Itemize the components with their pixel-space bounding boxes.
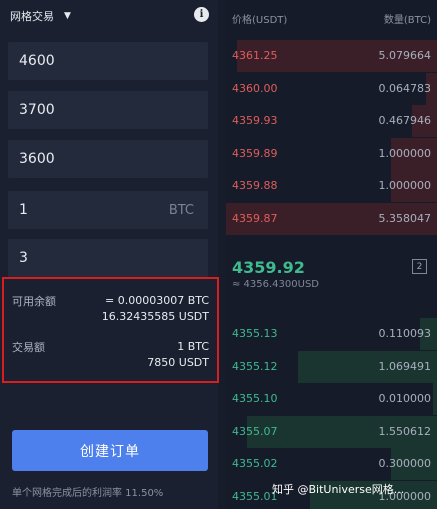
grid-count-value: 3 bbox=[19, 250, 28, 266]
ask-amount: 1.000000 bbox=[378, 146, 432, 160]
bid-amount: 0.110093 bbox=[378, 327, 432, 340]
bid-depth-bar bbox=[433, 383, 437, 416]
ask-price: 4359.87 bbox=[232, 212, 278, 225]
quantity-input[interactable]: 1 BTC bbox=[8, 191, 208, 229]
bid-order-row[interactable]: 4355.02 0.300000 bbox=[226, 448, 437, 481]
grid-trading-screen: 网格交易 ▼ i 4600 3700 3600 1 BTC 3 可用余额 = 0… bbox=[0, 0, 437, 509]
upper-price-input[interactable]: 4600 bbox=[8, 42, 208, 80]
lower-price-input[interactable]: 3600 bbox=[8, 140, 208, 178]
ask-order-row[interactable]: 4359.88 1.000000 bbox=[226, 170, 437, 203]
quantity-value: 1 bbox=[19, 202, 28, 218]
info-icon[interactable]: i bbox=[194, 7, 209, 22]
ask-price: 4359.88 bbox=[232, 179, 278, 193]
order-book-panel: 价格(USDT) 数量(BTC) 4361.25 5.079664 4360.00 0… bbox=[226, 0, 437, 509]
trade-amount-usdt: 7850 USDT bbox=[147, 356, 209, 369]
available-balance-values: = 0.00003007 BTC 16.32435585 USDT bbox=[102, 293, 209, 325]
ask-price: 4359.93 bbox=[232, 114, 278, 128]
trade-amount-label: 交易额 bbox=[12, 341, 45, 354]
middle-price-value: 3700 bbox=[19, 102, 55, 118]
ask-order-row[interactable]: 4359.93 0.467946 bbox=[226, 105, 437, 138]
available-balance-btc: = 0.00003007 BTC bbox=[105, 294, 209, 307]
depth-level-selector[interactable]: 2 bbox=[412, 259, 427, 274]
ask-amount: 1.000000 bbox=[378, 179, 432, 193]
upper-price-value: 4600 bbox=[19, 53, 55, 69]
bid-price: 4355.01 bbox=[232, 490, 278, 503]
middle-price-input[interactable]: 3700 bbox=[8, 91, 208, 129]
ask-order-row[interactable]: 4361.25 5.079664 bbox=[226, 40, 437, 72]
bid-order-row[interactable]: 4355.13 0.110093 bbox=[226, 318, 437, 350]
create-order-button[interactable]: 创建订单 bbox=[12, 430, 208, 471]
order-form-panel: 网格交易 ▼ i 4600 3700 3600 1 BTC 3 可用余额 = 0… bbox=[0, 0, 219, 509]
ask-order-row[interactable]: 4359.89 1.000000 bbox=[226, 137, 437, 170]
last-price: 4359.92 bbox=[232, 258, 305, 277]
available-balance-label: 可用余额 bbox=[12, 295, 56, 308]
caret-down-icon: ▼ bbox=[64, 11, 71, 21]
bid-order-row[interactable]: 4355.07 1.550612 bbox=[226, 415, 437, 448]
bid-amount: 0.010000 bbox=[378, 392, 432, 406]
price-column-header: 价格(USDT) bbox=[232, 15, 288, 26]
bid-price: 4355.02 bbox=[232, 457, 278, 471]
ask-price: 4359.89 bbox=[232, 146, 278, 160]
ask-price: 4361.25 bbox=[232, 49, 278, 62]
grid-count-input[interactable]: 3 bbox=[8, 239, 208, 277]
bid-amount: 1.550612 bbox=[378, 424, 432, 438]
bid-amount: 1.069491 bbox=[378, 359, 432, 373]
ask-order-row[interactable]: 4359.87 5.358047 bbox=[226, 203, 437, 235]
strategy-title: 网格交易 bbox=[10, 10, 54, 23]
bid-amount: 0.300000 bbox=[378, 457, 432, 471]
quantity-unit: BTC bbox=[168, 202, 194, 218]
balance-summary-box: 可用余额 = 0.00003007 BTC 16.32435585 USDT 交… bbox=[2, 277, 219, 383]
lower-price-value: 3600 bbox=[19, 151, 55, 167]
trade-amount-values: 1 BTC 7850 USDT bbox=[147, 339, 209, 371]
bid-order-row[interactable]: 4355.12 1.069491 bbox=[226, 350, 437, 383]
bid-price: 4355.13 bbox=[232, 327, 278, 340]
bid-order-row[interactable]: 4355.10 0.010000 bbox=[226, 383, 437, 416]
bid-price: 4355.12 bbox=[232, 359, 278, 373]
ask-amount: 5.079664 bbox=[378, 49, 432, 62]
bid-price: 4355.10 bbox=[232, 392, 278, 406]
profit-rate-text: 单个网格完成后的利润率 11.50% bbox=[12, 488, 164, 499]
available-balance-usdt: 16.32435585 USDT bbox=[101, 310, 209, 323]
ask-order-row[interactable]: 4360.00 0.064783 bbox=[226, 72, 437, 105]
watermark: 知乎 @BitUniverse网格... bbox=[272, 483, 405, 496]
ask-price: 4360.00 bbox=[232, 81, 278, 95]
amount-column-header: 数量(BTC) bbox=[383, 15, 431, 26]
ask-amount: 5.358047 bbox=[378, 212, 432, 225]
strategy-selector[interactable]: 网格交易 ▼ bbox=[10, 6, 71, 26]
trade-amount-btc: 1 BTC bbox=[177, 340, 209, 353]
ask-amount: 0.064783 bbox=[378, 81, 432, 95]
bid-price: 4355.07 bbox=[232, 424, 278, 438]
last-price-fiat: ≈ 4356.4300USD bbox=[232, 279, 320, 290]
ask-amount: 0.467946 bbox=[378, 114, 432, 128]
